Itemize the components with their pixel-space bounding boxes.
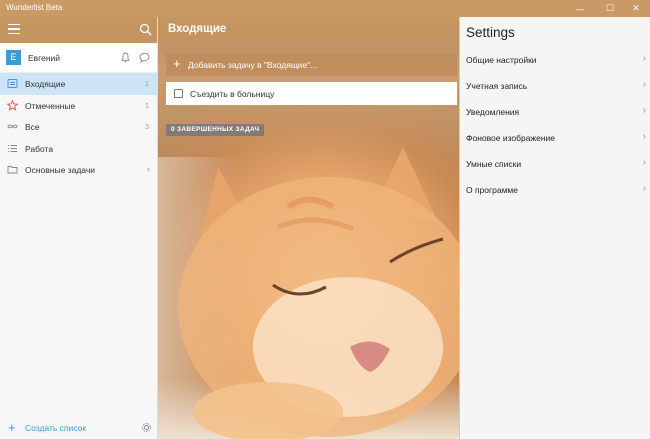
infinity-icon <box>7 124 18 129</box>
settings-item-notifications[interactable]: Уведомления › <box>460 99 650 125</box>
user-name: Евгений <box>28 53 61 63</box>
minimize-icon: — <box>575 3 585 14</box>
task-item[interactable]: Съездить в больницу <box>166 82 457 105</box>
window-title: Wunderlist Beta <box>6 3 63 12</box>
task-title: Съездить в больницу <box>190 89 275 99</box>
sidebar-item-label: Работа <box>25 143 54 154</box>
settings-item-smart-lists[interactable]: Умные списки › <box>460 151 650 177</box>
inbox-icon <box>7 79 18 88</box>
close-button[interactable]: ✕ <box>622 0 650 17</box>
sidebar-item-count: 3 <box>144 122 149 132</box>
chevron-right-icon: › <box>642 105 646 116</box>
settings-item-label: Умные списки <box>466 159 522 169</box>
sidebar-item-work[interactable]: Работа <box>0 138 157 160</box>
chevron-right-icon: › <box>642 157 646 168</box>
settings-item-general[interactable]: Общие настройки › <box>460 47 650 73</box>
settings-item-label: О программе <box>466 185 519 195</box>
list-title: Входящие <box>168 23 227 35</box>
user-row[interactable]: E Евгений <box>0 43 157 73</box>
settings-item-account[interactable]: Учетная запись › <box>460 73 650 99</box>
plus-icon: + <box>173 56 181 71</box>
sidebar-header <box>0 17 157 43</box>
star-icon <box>7 99 18 111</box>
sidebar-footer: + Создать список <box>0 417 157 439</box>
maximize-button[interactable]: ☐ <box>596 0 624 17</box>
sidebar-item-count: 1 <box>144 79 149 88</box>
settings-item-label: Учетная запись <box>466 81 528 91</box>
add-task-input[interactable] <box>188 55 448 74</box>
avatar[interactable]: E <box>6 50 21 65</box>
list-header: Входящие <box>158 17 459 43</box>
settings-item-about[interactable]: О программе › <box>460 177 650 203</box>
sidebar-item-count: 1 <box>144 100 149 110</box>
settings-item-background[interactable]: Фоновое изображение › <box>460 125 650 151</box>
chevron-left-icon[interactable]: ‹ <box>147 164 150 174</box>
sidebar-item-all[interactable]: Все 3 <box>0 116 157 138</box>
chevron-right-icon: › <box>642 131 646 142</box>
settings-list: Общие настройки › Учетная запись › Уведо… <box>460 47 650 203</box>
folder-icon <box>7 166 18 174</box>
settings-item-label: Общие настройки <box>466 55 537 65</box>
create-list-button[interactable]: Создать список <box>25 423 86 433</box>
list-icon <box>8 144 17 152</box>
sidebar-item-main-tasks-folder[interactable]: Основные задачи ‹ <box>0 159 157 181</box>
chevron-right-icon: › <box>642 79 646 90</box>
task-checkbox[interactable] <box>174 89 183 98</box>
gear-icon[interactable] <box>141 422 152 433</box>
chevron-right-icon: › <box>642 183 646 194</box>
chat-icon[interactable] <box>139 52 150 63</box>
main-panel: Входящие + Съездить в больницу 0 ЗАВЕРШЕ… <box>158 17 459 439</box>
sidebar-item-starred[interactable]: Отмеченные 1 <box>0 95 157 117</box>
sidebar: E Евгений Входящие 1 Отмеченные 1 Все 3 … <box>0 17 158 439</box>
add-task-bar[interactable]: + <box>166 53 457 76</box>
settings-item-label: Уведомления <box>466 107 520 117</box>
close-icon: ✕ <box>632 3 640 13</box>
minimize-button[interactable]: — <box>566 0 594 17</box>
settings-panel: Settings Общие настройки › Учетная запис… <box>459 17 650 439</box>
sidebar-item-inbox[interactable]: Входящие 1 <box>0 73 157 95</box>
settings-title: Settings <box>466 25 515 40</box>
search-icon[interactable] <box>139 23 152 36</box>
bell-icon[interactable] <box>120 52 131 63</box>
settings-item-label: Фоновое изображение <box>466 133 556 143</box>
plus-icon[interactable]: + <box>8 421 16 434</box>
sidebar-item-label: Отмеченные <box>25 100 76 111</box>
maximize-icon: ☐ <box>605 3 615 13</box>
hamburger-menu-icon[interactable] <box>8 24 20 35</box>
list-nav: Входящие 1 Отмеченные 1 Все 3 Работа Осн… <box>0 73 157 181</box>
title-bar: Wunderlist Beta — ☐ ✕ <box>0 0 650 17</box>
sidebar-item-label: Входящие <box>25 79 66 89</box>
completed-tasks-button[interactable]: 0 ЗАВЕРШЕННЫХ ЗАДАЧ <box>166 124 265 136</box>
sidebar-item-label: Основные задачи <box>25 165 95 176</box>
cat-background-image <box>178 147 459 439</box>
chevron-right-icon: › <box>642 53 646 64</box>
sidebar-item-label: Все <box>25 122 40 133</box>
